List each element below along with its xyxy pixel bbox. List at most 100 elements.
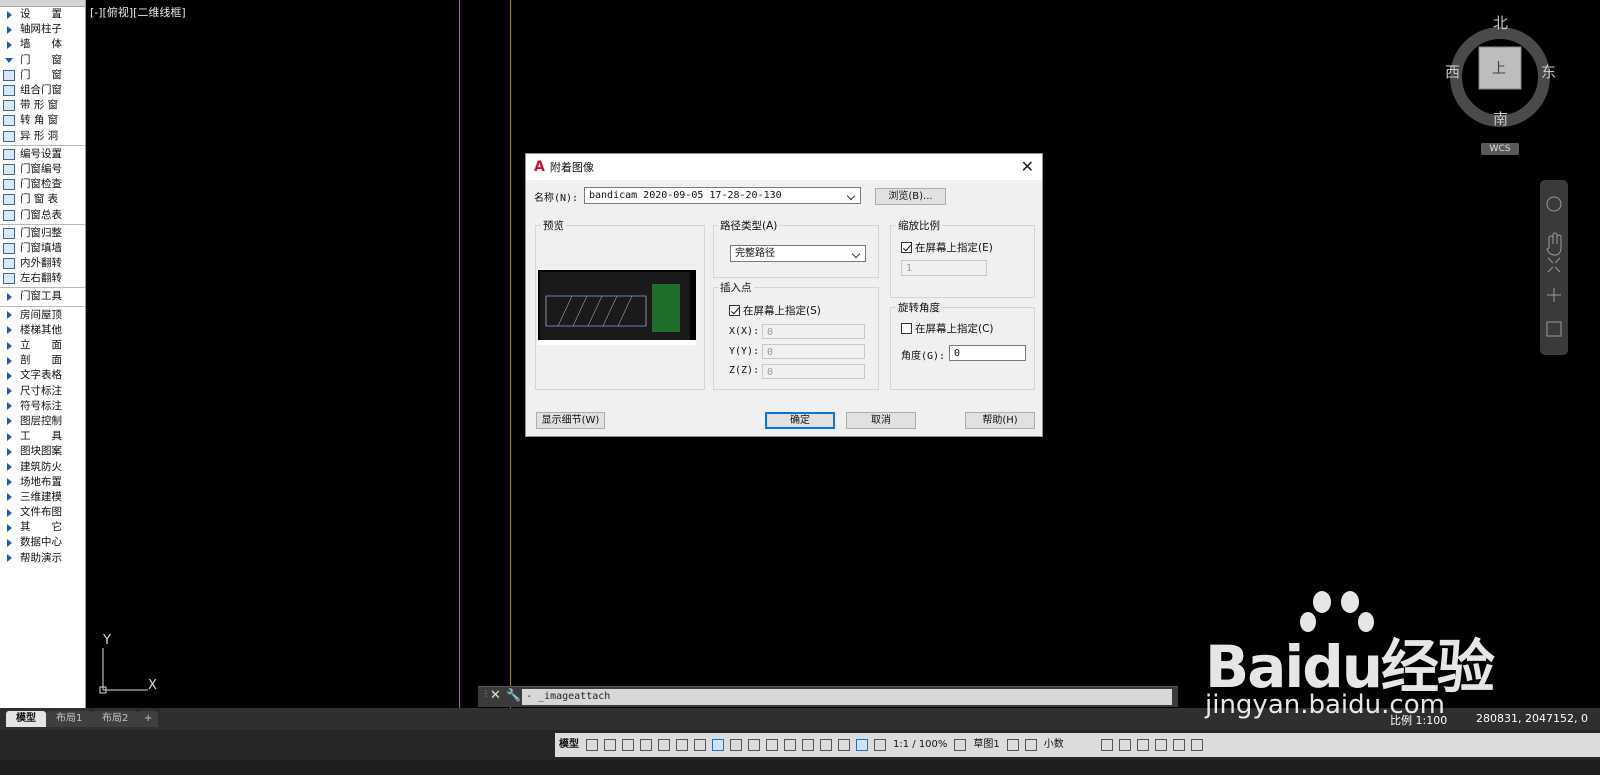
quick-properties-icon[interactable] [1100, 739, 1113, 751]
gizmo-icon[interactable] [820, 739, 832, 751]
sidebar-item[interactable]: 其 它 [0, 520, 85, 535]
lock-ui-icon[interactable] [1118, 739, 1131, 751]
scale-field[interactable]: 1 [901, 260, 987, 276]
sidebar-item[interactable]: 符号标注 [0, 399, 85, 414]
x-field[interactable]: 0 [762, 324, 865, 339]
tab-model[interactable]: 模型 [6, 711, 46, 727]
sidebar-item[interactable]: 三维建模 [0, 490, 85, 505]
model-space-toggle[interactable]: 模型 [555, 736, 583, 754]
3d-osnap-icon[interactable] [784, 739, 796, 751]
command-input[interactable]: - _imageattach [522, 689, 1172, 705]
grid-icon[interactable] [586, 739, 598, 751]
browse-button[interactable]: 浏览(B)... [875, 188, 946, 205]
ortho-icon[interactable] [658, 739, 670, 751]
isolate-objects-icon[interactable] [1136, 739, 1149, 751]
plus-icon[interactable] [1006, 739, 1019, 751]
annotation-visibility-icon[interactable] [856, 739, 868, 751]
sidebar-item[interactable]: 楼梯其他 [0, 323, 85, 338]
compass-west[interactable]: 西 [1445, 61, 1460, 82]
navigation-bar[interactable] [1540, 180, 1568, 355]
sidebar-item[interactable]: 门窗总表 [0, 207, 85, 222]
sidebar-item[interactable]: 门窗归整 [0, 226, 85, 241]
sidebar-item[interactable]: 编号设置 [0, 147, 85, 162]
sidebar-item[interactable]: 转 角 窗 [0, 113, 85, 128]
units-icon[interactable] [1024, 739, 1037, 751]
sidebar-item[interactable]: 门 窗 表 [0, 192, 85, 207]
sidebar-item[interactable]: 设 置 [0, 7, 85, 22]
wcs-menu[interactable]: WCS [1481, 143, 1519, 155]
gear-icon[interactable] [954, 739, 967, 751]
polar-icon[interactable] [676, 739, 688, 751]
sidebar-item[interactable]: 异 形 洞 [0, 129, 85, 144]
ok-button[interactable]: 确定 [765, 412, 835, 429]
sidebar-item[interactable]: 门 窗 [0, 53, 85, 68]
sidebar-item[interactable]: 门窗编号 [0, 162, 85, 177]
show-details-button[interactable]: 显示细节(W) [536, 412, 605, 429]
auto-scale-icon[interactable] [874, 739, 886, 751]
sidebar-item[interactable]: 组合门窗 [0, 83, 85, 98]
sidebar-item[interactable]: 带 形 窗 [0, 98, 85, 113]
dynamic-ucs-icon[interactable] [640, 739, 652, 751]
sidebar-item[interactable]: 图层控制 [0, 414, 85, 429]
sidebar-item[interactable]: 图块图案 [0, 444, 85, 459]
angle-field[interactable]: 0 [949, 345, 1026, 361]
osnap-icon[interactable] [712, 739, 724, 751]
wrench-icon[interactable]: 🔧 [506, 688, 521, 702]
help-button[interactable]: 帮助(H) [965, 412, 1035, 429]
sidebar-item[interactable]: 建筑防火 [0, 459, 85, 474]
cancel-button[interactable]: 取消 [846, 412, 916, 429]
workspace-switch[interactable]: 草图1 [969, 736, 1003, 754]
sidebar-item[interactable]: 内外翻转 [0, 256, 85, 271]
viewport-controls-label[interactable]: [-][俯视][二维线框] [90, 4, 186, 20]
isodraft-icon[interactable] [694, 739, 706, 751]
sidebar-item[interactable]: 门窗填墙 [0, 241, 85, 256]
sidebar-item[interactable]: 门窗检查 [0, 177, 85, 192]
sidebar-item[interactable]: 门 窗 [0, 68, 85, 83]
compass-north[interactable]: 北 [1493, 12, 1508, 33]
dynamic-input-icon[interactable] [802, 739, 814, 751]
transparency-icon[interactable] [748, 739, 760, 751]
scale-onscreen-checkbox[interactable]: 在屏幕上指定(E) [901, 240, 993, 255]
tab-layout2[interactable]: 布局2 [92, 711, 139, 727]
compass-east[interactable]: 东 [1541, 61, 1556, 82]
infer-icon[interactable] [622, 739, 634, 751]
close-icon[interactable]: ✕ [1021, 157, 1034, 176]
lineweight-icon[interactable] [730, 739, 742, 751]
cube-top-face[interactable]: 上 [1492, 58, 1506, 78]
compass-south[interactable]: 南 [1493, 108, 1508, 129]
y-field[interactable]: 0 [762, 344, 865, 359]
annotation-monitor-icon[interactable] [838, 739, 850, 751]
path-type-combobox[interactable]: 完整路径 [730, 245, 866, 262]
sidebar-item-label: 内外翻转 [20, 257, 62, 270]
add-layout-button[interactable]: + [138, 711, 159, 727]
customization-icon[interactable] [1190, 739, 1203, 751]
close-icon[interactable]: ✕ [490, 688, 501, 703]
hardware-acceleration-icon[interactable] [1154, 739, 1167, 751]
rotation-onscreen-checkbox[interactable]: 在屏幕上指定(C) [901, 321, 994, 336]
z-field[interactable]: 0 [762, 364, 865, 379]
collapsed-arrow-icon [2, 290, 16, 303]
name-combobox[interactable]: bandicam 2020-09-05 17-28-20-130 [584, 187, 861, 204]
sidebar-item[interactable]: 左右翻转 [0, 271, 85, 286]
units-menu[interactable]: 小数 [1040, 736, 1098, 754]
sidebar-item[interactable]: 立 面 [0, 338, 85, 353]
annotation-scale-menu[interactable]: 1:1 / 100% [889, 736, 951, 754]
view-cube[interactable]: 北 南 东 西 上 WCS [1445, 10, 1560, 160]
clean-screen-icon[interactable] [1172, 739, 1185, 751]
insert-onscreen-checkbox[interactable]: 在屏幕上指定(S) [729, 303, 821, 318]
sidebar-item[interactable]: 文件布图 [0, 505, 85, 520]
sidebar-item[interactable]: 场地布置 [0, 475, 85, 490]
sidebar-item[interactable]: 剖 面 [0, 353, 85, 368]
sidebar-item[interactable]: 房间屋顶 [0, 308, 85, 323]
sidebar-item[interactable]: 墙 体 [0, 37, 85, 52]
sidebar-item[interactable]: 文字表格 [0, 368, 85, 383]
sidebar-item[interactable]: 轴网柱子 [0, 22, 85, 37]
tab-layout1[interactable]: 布局1 [46, 711, 93, 727]
sidebar-item[interactable]: 数据中心 [0, 535, 85, 550]
sidebar-item[interactable]: 帮助演示 [0, 551, 85, 566]
sidebar-item[interactable]: 工 具 [0, 429, 85, 444]
sidebar-item[interactable]: 门窗工具 [0, 289, 85, 304]
sidebar-item[interactable]: 尺寸标注 [0, 384, 85, 399]
snap-icon[interactable] [604, 739, 616, 751]
selection-cycling-icon[interactable] [766, 739, 778, 751]
